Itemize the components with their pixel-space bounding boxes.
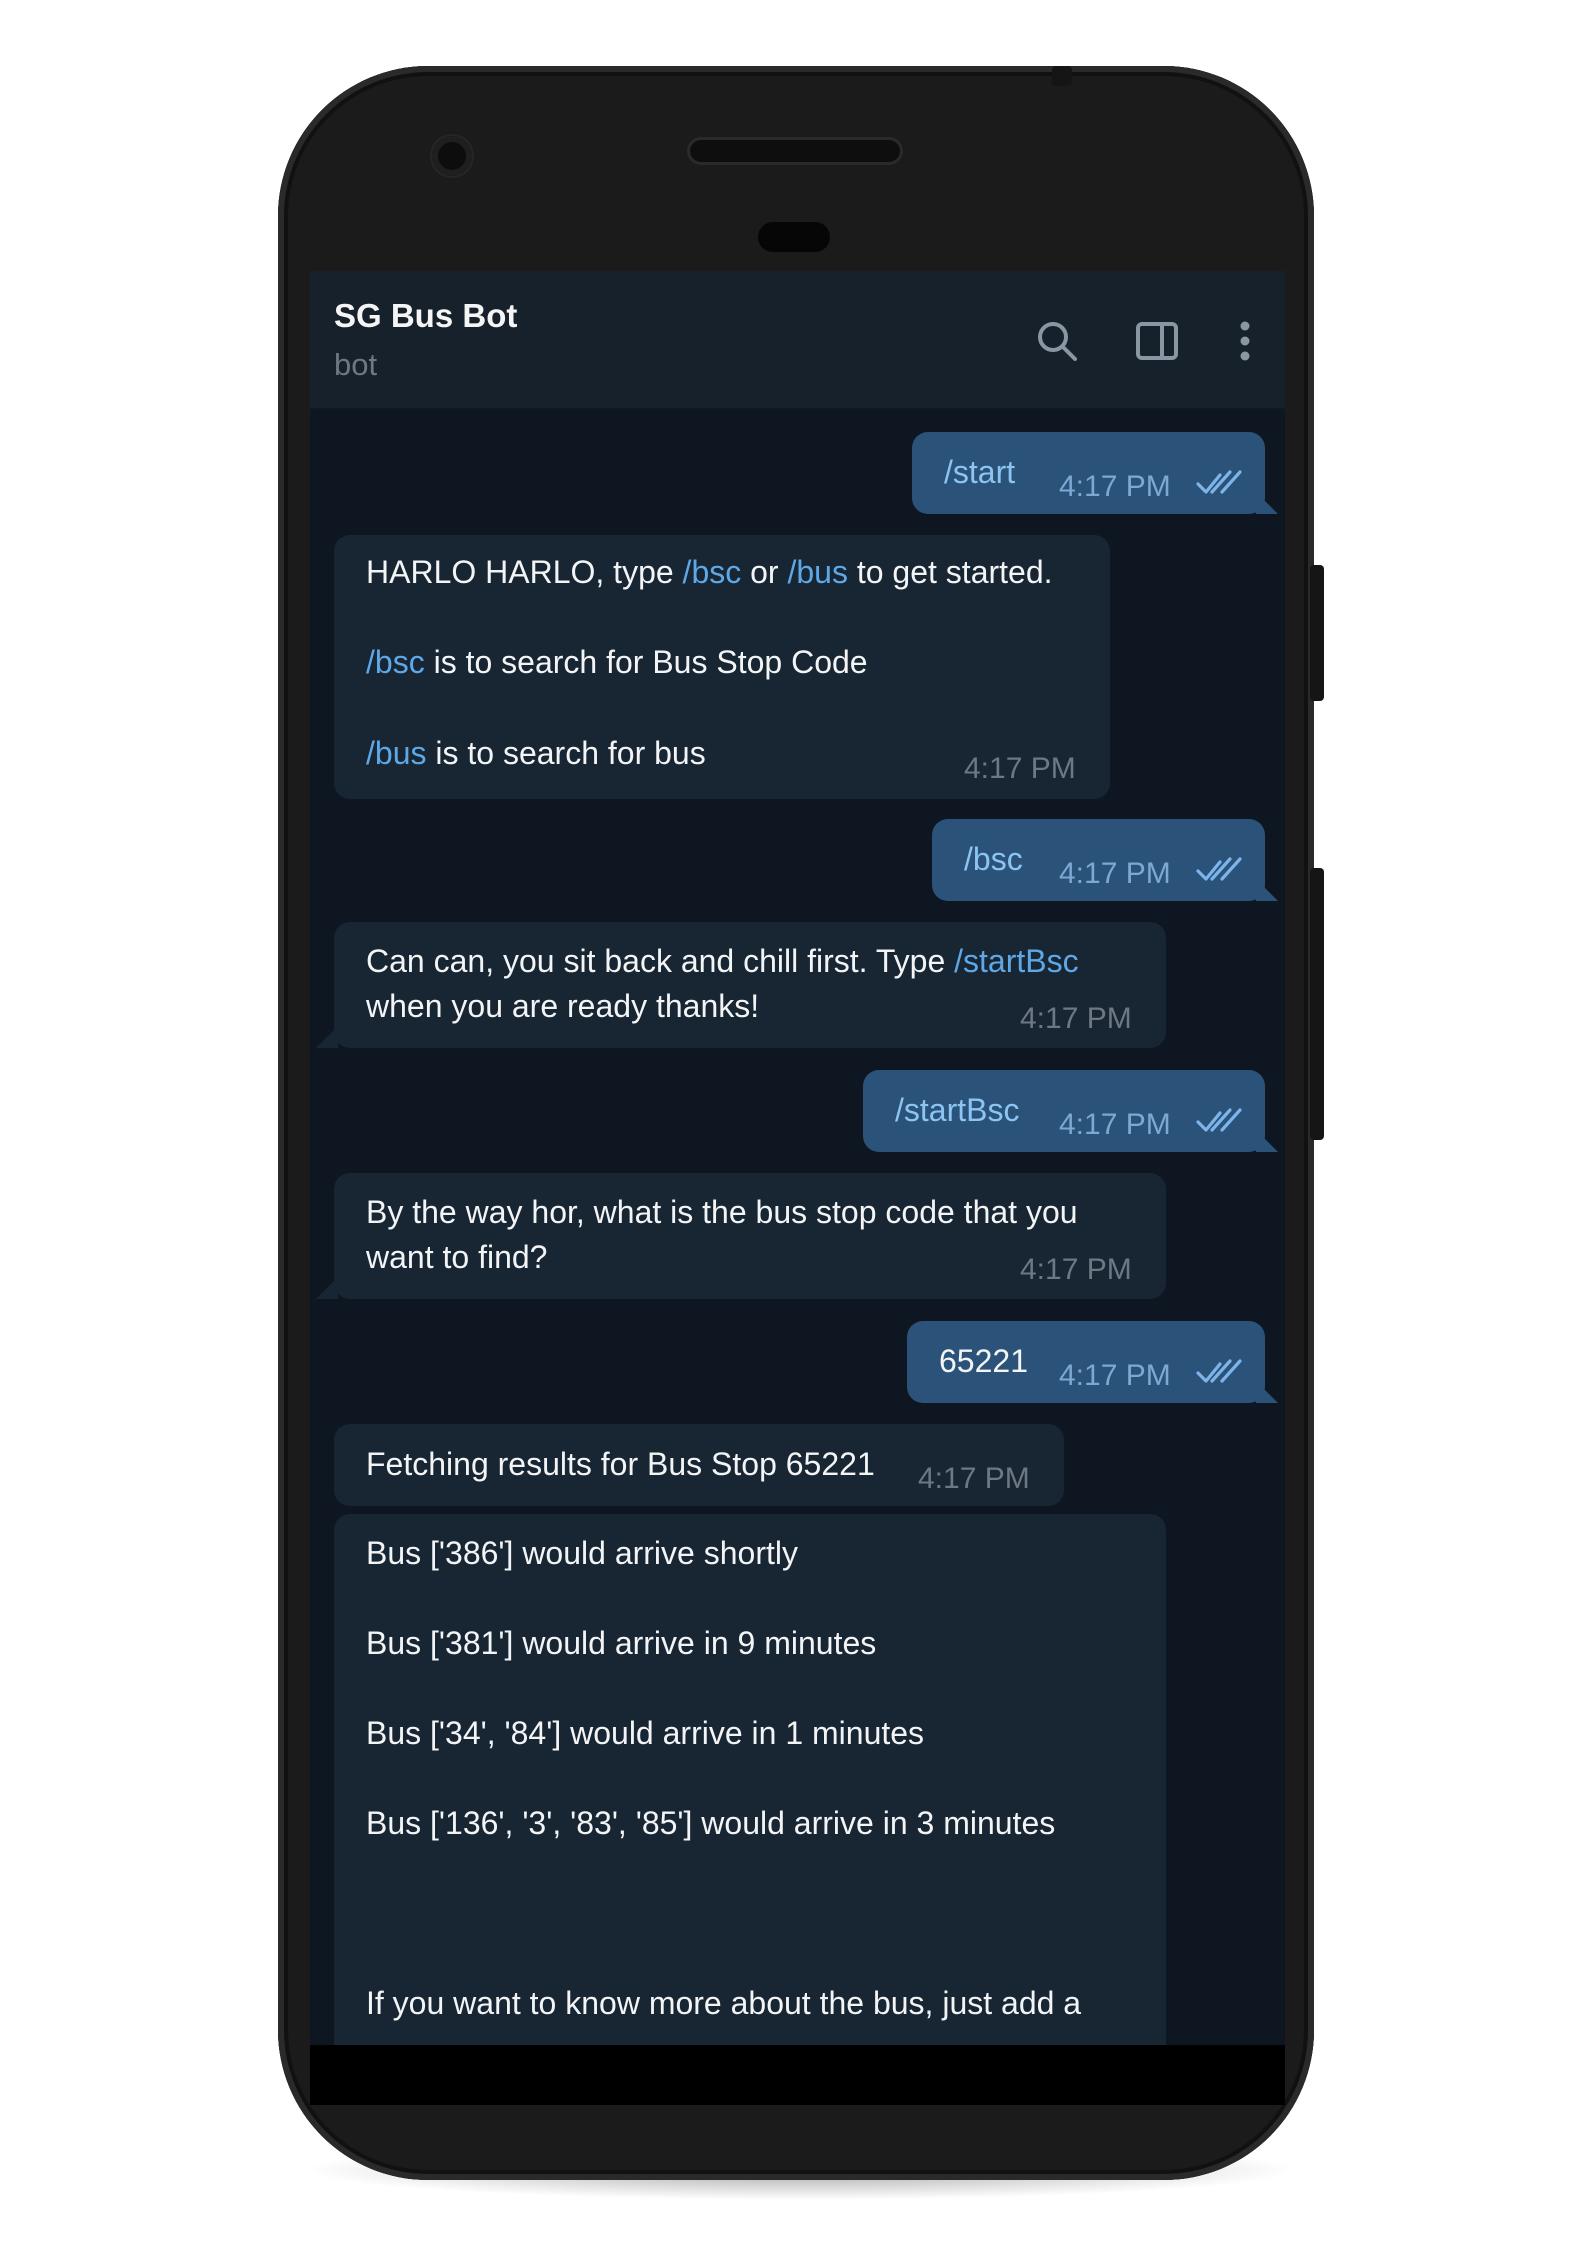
- incoming-message[interactable]: By the way hor, what is the bus stop cod…: [334, 1173, 1166, 1299]
- more-vertical-icon[interactable]: [1220, 316, 1270, 366]
- message-line: Can can, you sit back and chill first. T…: [366, 943, 1079, 979]
- command-link[interactable]: /bus: [366, 735, 426, 771]
- message-time: 4:17 PM: [1059, 1108, 1171, 1141]
- message-line: HARLO HARLO, type /bsc or /bus to get st…: [366, 554, 1053, 590]
- message-line: when you are ready thanks!: [366, 988, 760, 1024]
- front-camera: [432, 136, 472, 176]
- message-command[interactable]: /startBsc: [895, 1087, 1019, 1133]
- search-icon[interactable]: [1032, 316, 1082, 366]
- message-line: By the way hor, what is the bus stop cod…: [366, 1194, 1078, 1230]
- command-link[interactable]: /startBsc: [954, 943, 1078, 979]
- bubble-tail: [316, 1026, 338, 1048]
- message-time: 4:17 PM: [1059, 1359, 1171, 1392]
- message-time: 4:17 PM: [1020, 1002, 1132, 1035]
- message-line: Bus ['381'] would arrive in 9 minutes: [366, 1625, 877, 1661]
- outgoing-message[interactable]: /startBsc 4:17 PM: [863, 1070, 1265, 1152]
- screen-bottom-bezel: [310, 2045, 1285, 2105]
- command-link[interactable]: /bsc: [366, 644, 425, 680]
- message-text: 65221: [939, 1343, 1028, 1379]
- bubble-tail: [316, 1277, 338, 1299]
- message-line: Bus ['34', '84'] would arrive in 1 minut…: [366, 1715, 925, 1751]
- phone-power-button: [1310, 868, 1324, 1140]
- message-line: want to find?: [366, 1239, 548, 1275]
- phone-top-notch: [1052, 66, 1072, 86]
- message-time: 4:17 PM: [1020, 1253, 1132, 1286]
- earpiece-speaker: [690, 140, 900, 162]
- double-check-icon: [1196, 1359, 1242, 1383]
- message-line: Fetching results for Bus Stop 65221: [366, 1446, 875, 1482]
- message-time: 4:17 PM: [964, 752, 1076, 785]
- message-command[interactable]: /start: [944, 449, 1015, 495]
- message-line: /bsc is to search for Bus Stop Code: [366, 644, 868, 680]
- side-panel-icon[interactable]: [1132, 316, 1182, 366]
- chat-status: bot: [334, 347, 378, 382]
- double-check-icon: [1196, 470, 1242, 494]
- command-link[interactable]: /bus: [787, 554, 847, 590]
- incoming-message[interactable]: HARLO HARLO, type /bsc or /bus to get st…: [334, 535, 1110, 799]
- message-line: If you want to know more about the bus, …: [366, 1985, 1082, 2021]
- chat-title[interactable]: SG Bus Bot: [334, 297, 517, 335]
- message-list[interactable]: /start 4:17 PM HARLO HARLO, type /bsc or…: [310, 408, 1285, 2045]
- incoming-message[interactable]: Fetching results for Bus Stop 65221 4:17…: [334, 1424, 1064, 1506]
- command-link[interactable]: /bsc: [683, 554, 742, 590]
- incoming-message[interactable]: Bus ['386'] would arrive shortly Bus ['3…: [334, 1514, 1166, 2045]
- outgoing-message[interactable]: /bsc 4:17 PM: [932, 819, 1265, 901]
- proximity-sensor: [758, 222, 830, 252]
- message-time: 4:17 PM: [1059, 857, 1171, 890]
- bubble-tail: [1256, 1130, 1278, 1152]
- message-line: Bus ['386'] would arrive shortly: [366, 1535, 798, 1571]
- message-time: 4:17 PM: [918, 1462, 1030, 1495]
- message-line: /bus is to search for bus: [366, 735, 706, 771]
- message-time: 4:17 PM: [1059, 470, 1171, 503]
- phone-volume-button: [1310, 565, 1324, 701]
- telegram-screen: SG Bus Bot bot /start 4:17 PM HARLO HARL…: [310, 271, 1285, 2045]
- double-check-icon: [1196, 1108, 1242, 1132]
- message-line: Bus ['136', '3', '83', '85'] would arriv…: [366, 1805, 1056, 1841]
- incoming-message[interactable]: Can can, you sit back and chill first. T…: [334, 922, 1166, 1048]
- outgoing-message[interactable]: 65221 4:17 PM: [907, 1321, 1265, 1403]
- bubble-tail: [1256, 1381, 1278, 1403]
- double-check-icon: [1196, 857, 1242, 881]
- chat-header: SG Bus Bot bot: [310, 271, 1285, 410]
- outgoing-message[interactable]: /start 4:17 PM: [912, 432, 1265, 514]
- message-command[interactable]: /bsc: [964, 836, 1023, 882]
